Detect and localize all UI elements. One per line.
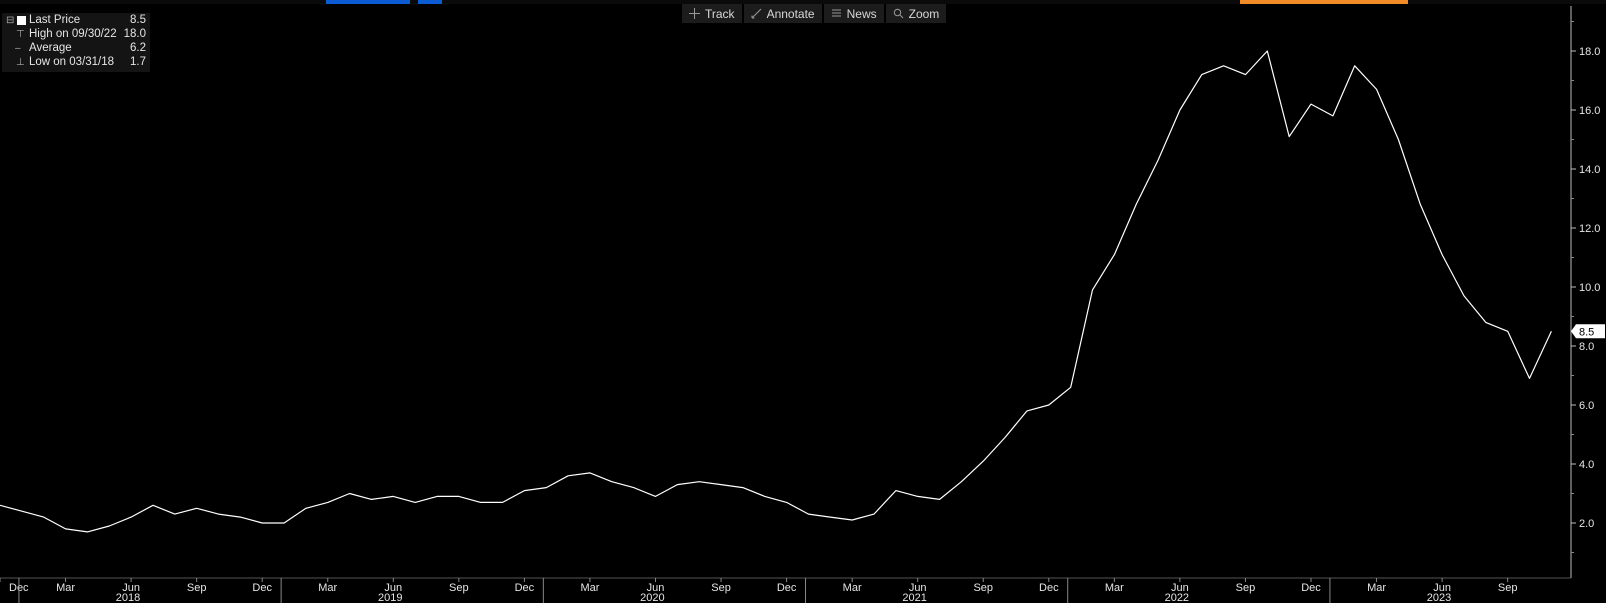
year-label: 2022 (1165, 592, 1189, 603)
y-tick-label: 8.0 (1579, 341, 1594, 353)
x-tick-label: Mar (318, 582, 337, 594)
y-tick-label: 18.0 (1579, 46, 1600, 58)
y-tick-label: 12.0 (1579, 223, 1600, 235)
y-tick-label: 10.0 (1579, 282, 1600, 294)
y-tick-label: 6.0 (1579, 400, 1594, 412)
x-tick-label: Dec (1301, 582, 1321, 594)
y-tick-label: 16.0 (1579, 105, 1600, 117)
x-tick-label: Dec (777, 582, 797, 594)
series-line[interactable] (0, 50, 1552, 533)
year-label: 2018 (116, 592, 140, 603)
year-label: 2020 (640, 592, 664, 603)
year-label: 2019 (378, 592, 402, 603)
x-tick-label: Mar (1105, 582, 1124, 594)
x-tick-label: Mar (580, 582, 599, 594)
x-tick-label: Sep (711, 582, 731, 594)
x-tick-label: Sep (1236, 582, 1256, 594)
x-tick-label: Mar (1367, 582, 1386, 594)
x-tick-label: Mar (56, 582, 75, 594)
x-tick-label: Sep (449, 582, 469, 594)
y-tick-label: 2.0 (1579, 518, 1594, 530)
x-tick-label: Dec (515, 582, 535, 594)
x-tick-label: Dec (252, 582, 272, 594)
year-label: 2021 (902, 592, 926, 603)
line-chart[interactable]: 2.04.06.08.010.012.014.016.018.0Dec Mar Ju… (0, 0, 1606, 603)
y-tick-label: 4.0 (1579, 459, 1594, 471)
x-tick-label: Mar (843, 582, 862, 594)
x-tick-label: Sep (187, 582, 207, 594)
x-tick-label: Dec (1039, 582, 1059, 594)
last-price-badge-label: 8.5 (1579, 326, 1594, 338)
year-label: 2023 (1427, 592, 1451, 603)
x-tick-label: Sep (973, 582, 993, 594)
x-tick-label: Sep (1498, 582, 1518, 594)
y-tick-label: 14.0 (1579, 164, 1600, 176)
